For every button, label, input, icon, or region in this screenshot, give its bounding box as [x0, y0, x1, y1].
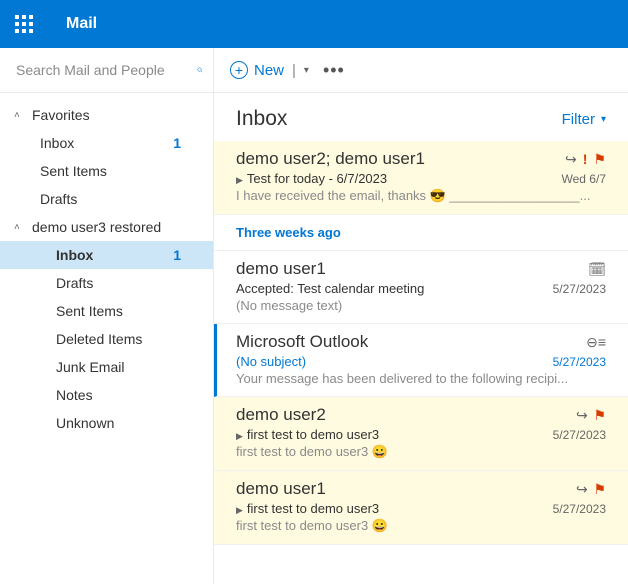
folder-notes[interactable]: Notes [0, 381, 213, 409]
section-label: Favorites [32, 107, 90, 123]
toolbar: + New | ▾ ••• [0, 48, 628, 93]
app-launcher-button[interactable] [0, 0, 48, 48]
message-sender: demo user1 [236, 479, 326, 499]
folder-label: Inbox [56, 247, 93, 263]
unread-count: 1 [173, 247, 181, 263]
chevron-down-icon: ▾ [601, 114, 606, 125]
notification-icon: ⊖≡ [586, 334, 606, 351]
search-icon [197, 61, 203, 79]
calendar-icon: 🗓 [588, 261, 606, 278]
message-subject: first test to demo user3 [247, 427, 379, 442]
message-item[interactable]: demo user1 🗓 Accepted: Test calendar mee… [214, 251, 628, 324]
thread-caret-icon[interactable]: ▶ [236, 431, 243, 441]
message-subject: first test to demo user3 [247, 501, 379, 516]
list-header: Inbox Filter ▾ [214, 93, 628, 141]
message-subject: (No subject) [236, 354, 306, 369]
folder-junk-email[interactable]: Junk Email [0, 353, 213, 381]
thread-caret-icon[interactable]: ▶ [236, 505, 243, 515]
folder-sent-items[interactable]: Sent Items [0, 297, 213, 325]
message-date: 5/27/2023 [553, 502, 606, 516]
message-date: 5/27/2023 [553, 428, 606, 442]
message-date: 5/27/2023 [553, 282, 606, 296]
flag-icon[interactable]: ⚑ [593, 151, 606, 168]
message-item[interactable]: demo user2 ↩ ⚑ ▶ first test to demo user3 … [214, 397, 628, 471]
message-sender: demo user2 [236, 405, 326, 425]
folder-sent-items[interactable]: Sent Items [0, 157, 213, 185]
section-account[interactable]: ˄ demo user3 restored [0, 213, 213, 241]
folder-label: Notes [56, 387, 93, 403]
chevron-up-icon: ˄ [14, 110, 24, 121]
group-header: Three weeks ago [214, 215, 628, 251]
message-preview: Your message has been delivered to the f… [236, 371, 606, 386]
plus-icon: + [230, 61, 248, 79]
folder-label: Drafts [56, 275, 93, 291]
chevron-up-icon: ˄ [14, 222, 24, 233]
search-input[interactable] [16, 62, 197, 78]
folder-label: Drafts [40, 191, 77, 207]
folder-label: Unknown [56, 415, 114, 431]
message-preview: (No message text) [236, 298, 606, 313]
new-label: New [254, 62, 284, 79]
flag-icon[interactable]: ⚑ [593, 481, 606, 498]
reply-icon: ↩ [576, 481, 588, 498]
folder-drafts[interactable]: Drafts [0, 185, 213, 213]
command-bar: + New | ▾ ••• [214, 48, 628, 92]
folder-label: Sent Items [40, 163, 107, 179]
message-preview: first test to demo user3 😀 [236, 444, 606, 460]
message-subject: Accepted: Test calendar meeting [236, 281, 424, 296]
message-item[interactable]: demo user1 ↩ ⚑ ▶ first test to demo user3 … [214, 471, 628, 545]
filter-label: Filter [562, 111, 595, 128]
section-label: demo user3 restored [32, 219, 161, 235]
app-title: Mail [66, 15, 97, 33]
importance-icon: ! [583, 151, 588, 167]
folder-label: Junk Email [56, 359, 124, 375]
unread-count: 1 [173, 135, 181, 151]
message-sender: demo user1 [236, 259, 326, 279]
new-button[interactable]: + New | ▾ [230, 61, 309, 79]
thread-caret-icon[interactable]: ▶ [236, 175, 243, 185]
reply-icon: ↩ [565, 151, 577, 168]
folder-deleted-items[interactable]: Deleted Items [0, 325, 213, 353]
body: ˄ Favorites Inbox 1 Sent Items Drafts ˄ … [0, 93, 628, 584]
message-list: Inbox Filter ▾ demo user2; demo user1 ↩ … [214, 93, 628, 584]
folder-unknown[interactable]: Unknown [0, 409, 213, 437]
chevron-down-icon[interactable]: ▾ [304, 65, 309, 76]
filter-button[interactable]: Filter ▾ [562, 111, 606, 128]
folder-pane: ˄ Favorites Inbox 1 Sent Items Drafts ˄ … [0, 93, 214, 584]
divider: | [292, 62, 296, 79]
reply-icon: ↩ [576, 407, 588, 424]
section-favorites[interactable]: ˄ Favorites [0, 101, 213, 129]
message-item[interactable]: demo user2; demo user1 ↩ ! ⚑ ▶ Test for t… [214, 141, 628, 215]
folder-inbox[interactable]: Inbox 1 [0, 241, 213, 269]
more-actions-button[interactable]: ••• [323, 60, 345, 81]
message-preview: first test to demo user3 😀 [236, 518, 606, 534]
waffle-icon [15, 15, 33, 33]
message-date: 5/27/2023 [553, 355, 606, 369]
folder-label: Sent Items [56, 303, 123, 319]
folder-label: Deleted Items [56, 331, 142, 347]
search-box[interactable] [0, 48, 214, 92]
message-sender: Microsoft Outlook [236, 332, 368, 352]
folder-inbox[interactable]: Inbox 1 [0, 129, 213, 157]
app-header: Mail [0, 0, 628, 48]
folder-drafts[interactable]: Drafts [0, 269, 213, 297]
flag-icon[interactable]: ⚑ [593, 407, 606, 424]
folder-label: Inbox [40, 135, 74, 151]
message-date: Wed 6/7 [562, 172, 606, 186]
message-item[interactable]: Microsoft Outlook ⊖≡ (No subject) 5/27/2… [214, 324, 628, 397]
message-preview: I have received the email, thanks 😎 ____… [236, 188, 606, 204]
folder-title: Inbox [236, 107, 287, 131]
message-subject: Test for today - 6/7/2023 [247, 171, 387, 186]
message-sender: demo user2; demo user1 [236, 149, 425, 169]
